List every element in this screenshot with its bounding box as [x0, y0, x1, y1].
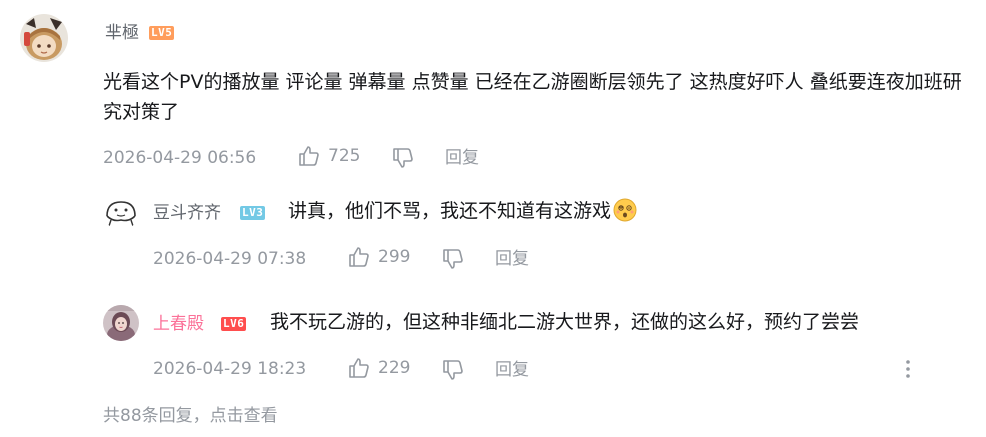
- main-comment-level-badge: LV5: [149, 26, 175, 40]
- reply-1-username[interactable]: 豆斗齐齐: [153, 203, 221, 223]
- reply-1-text-row: 讲真，他们不骂，我还不知道有这游戏: [288, 196, 637, 226]
- reply-2-text: 我不玩乙游的，但这种非缅北二游大世界，还做的这么好，预约了尝尝: [270, 311, 860, 333]
- reply-1-text: 讲真，他们不骂，我还不知道有这游戏: [288, 200, 612, 222]
- reply-1-like-count: 299: [378, 247, 411, 267]
- reply-2-reply-button[interactable]: 回复: [495, 360, 529, 380]
- thumbs-up-icon: [349, 358, 369, 378]
- reply-1-level-badge: LV3: [240, 206, 266, 220]
- reply-2-more-button[interactable]: [898, 358, 918, 384]
- main-comment-text: 光看这个PV的播放量 评论量 弹幕量 点赞量 已经在乙游圈断层领先了 这热度好吓…: [103, 71, 962, 123]
- reply-2-avatar[interactable]: [103, 305, 139, 341]
- main-comment-like-button[interactable]: [297, 144, 321, 168]
- view-all-replies-link[interactable]: 共88条回复，点击查看: [103, 406, 278, 426]
- main-comment-reply-button[interactable]: 回复: [445, 148, 479, 168]
- thumbs-down-icon: [393, 148, 413, 168]
- thumbs-down-icon: [443, 249, 463, 269]
- reply-2-like-count: 229: [378, 358, 411, 378]
- main-comment-dislike-button[interactable]: [391, 146, 415, 170]
- main-comment-like-count: 725: [328, 146, 361, 166]
- reply-2-like-button[interactable]: [347, 356, 371, 380]
- main-comment-time: 2026-04-29 06:56: [103, 148, 257, 168]
- main-comment-username[interactable]: 芈極: [105, 23, 139, 43]
- reply-2-dislike-button[interactable]: [441, 358, 465, 382]
- doodle-avatar-icon: [103, 194, 139, 230]
- reply-2-level-badge: LV6: [221, 317, 247, 331]
- reply-1-time: 2026-04-29 07:38: [153, 249, 307, 269]
- reply-2-username[interactable]: 上春殿: [153, 314, 204, 334]
- thumbs-up-icon: [349, 247, 369, 267]
- reply-1-dislike-button[interactable]: [441, 247, 465, 271]
- more-vertical-icon: [906, 360, 910, 378]
- comment-thread: 芈極 LV5 光看这个PV的播放量 评论量 弹幕量 点赞量 已经在乙游圈断层领先…: [0, 0, 986, 437]
- reply-1-like-button[interactable]: [347, 245, 371, 269]
- reply-2-time: 2026-04-29 18:23: [153, 359, 307, 379]
- portrait-avatar-icon: [103, 305, 139, 341]
- reply-1-reply-button[interactable]: 回复: [495, 249, 529, 269]
- thumbs-down-icon: [443, 360, 463, 380]
- dizzy-face-emoji: [613, 198, 637, 222]
- anime-avatar-icon: [20, 14, 68, 62]
- thumbs-up-icon: [299, 146, 319, 166]
- main-comment-avatar[interactable]: [20, 14, 68, 62]
- reply-1-avatar[interactable]: [103, 194, 139, 230]
